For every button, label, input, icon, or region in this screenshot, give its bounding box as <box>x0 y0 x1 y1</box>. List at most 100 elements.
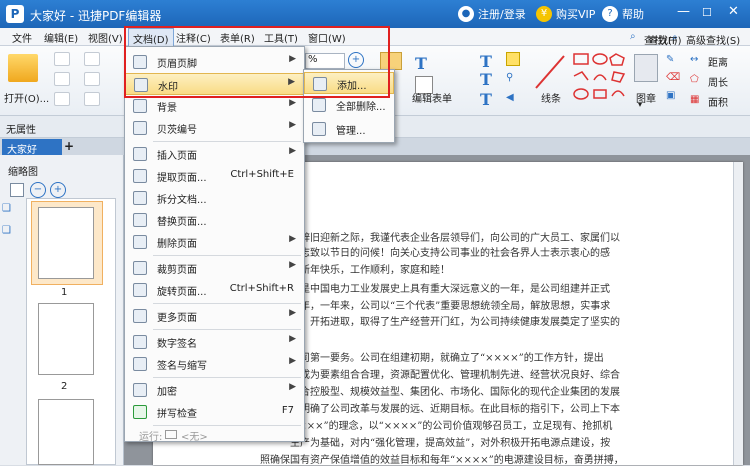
edit-form-label[interactable]: 编辑表单 <box>412 90 452 105</box>
menu-item-more-pages[interactable]: 更多页面 ▶ <box>125 305 304 327</box>
menu-file[interactable]: 文件 <box>12 30 32 45</box>
stamp-icon[interactable] <box>634 54 658 82</box>
menu-edit[interactable]: 编辑(E) <box>44 30 78 45</box>
menu-separator <box>153 329 301 330</box>
menu-item-extract-page[interactable]: 提取页面... Ctrl+Shift+E <box>125 165 304 187</box>
submenu-arrow-icon: ▶ <box>289 382 296 392</box>
page-thumbnail-1[interactable] <box>38 207 94 279</box>
split-document-icon <box>133 191 147 205</box>
adv-find-icon[interactable]: ⌕ <box>672 32 678 43</box>
layers-panel-icon[interactable]: ❑ <box>2 225 16 239</box>
attach-icon[interactable]: ⚲ <box>506 72 520 86</box>
menu-item-spell-check[interactable]: 拼写检查 F7 <box>125 401 304 423</box>
email-icon[interactable] <box>84 52 100 66</box>
open-folder-icon[interactable] <box>8 54 38 82</box>
thumbnail-list: 1 2 <box>26 198 116 465</box>
menu-item-background[interactable]: 背景 ▶ <box>125 95 304 117</box>
thumb-zoom-out-icon[interactable]: − <box>30 182 46 198</box>
doc-line-8: 设成为要素组合合理，资源配置优化、管理机制先进、经营状况良好、综合 <box>290 370 620 381</box>
menu-item-split-document[interactable]: 拆分文档... <box>125 187 304 209</box>
thumb-option-icon[interactable] <box>10 183 24 197</box>
eraser-icon[interactable]: ✎ <box>666 54 674 65</box>
page-number-2: 2 <box>61 381 68 392</box>
advanced-find-label[interactable]: 高级查找(S) <box>686 32 740 47</box>
perimeter-icon[interactable]: ⬠ <box>690 74 699 85</box>
line-tool-icon[interactable] <box>532 52 568 92</box>
user-icon[interactable]: ● <box>458 6 474 22</box>
open-button-label[interactable]: 打开(O)... <box>4 90 49 105</box>
export-icon[interactable] <box>84 92 100 106</box>
submenu-arrow-icon: ▶ <box>289 146 296 156</box>
text-box-icon[interactable]: T <box>415 54 433 73</box>
doc-line-12: 生产为基础，对内“强化管理，提高效益”，对外积极开拓电源点建设，按 <box>290 438 611 449</box>
help-link[interactable]: 帮助 <box>622 6 644 22</box>
minimize-button[interactable]: — <box>677 4 690 19</box>
submenu-arrow-icon: ▶ <box>289 120 296 130</box>
thumb-zoom-in-icon[interactable]: + <box>50 182 66 198</box>
doc-line-3: 家新年快乐，工作顺利，家庭和睦！ <box>290 265 450 276</box>
replace-page-icon <box>133 213 147 227</box>
menu-item-digital-signature[interactable]: 数字签名 ▶ <box>125 331 304 353</box>
perimeter-label[interactable]: 周长 <box>708 74 728 89</box>
document-tab[interactable]: 大家好 <box>2 139 62 156</box>
run-label: 运行: <box>139 432 163 443</box>
menu-item-insert-page[interactable]: 插入页面 ▶ <box>125 143 304 165</box>
image-icon[interactable] <box>84 72 100 86</box>
run-icon <box>165 430 177 439</box>
area-icon[interactable]: ▦ <box>690 94 699 105</box>
menu-separator <box>153 255 301 256</box>
shape-tools-icon[interactable] <box>572 52 628 110</box>
print-icon[interactable] <box>54 72 70 86</box>
lock-icon <box>133 383 147 397</box>
maximize-button[interactable]: ☐ <box>702 6 712 19</box>
buy-vip-button[interactable]: 购买VIP <box>556 6 595 22</box>
sound-icon[interactable]: ◀ <box>506 92 520 106</box>
menu-view[interactable]: 视图(V) <box>88 30 123 45</box>
submenu-item-manage[interactable]: 管理... <box>304 118 394 140</box>
distance-label[interactable]: 距离 <box>708 54 728 69</box>
line-label[interactable]: 线条 <box>541 90 561 105</box>
menu-item-replace-page[interactable]: 替换页面... <box>125 209 304 231</box>
submenu-arrow-icon: ▶ <box>289 234 296 244</box>
text-underline-icon[interactable]: T <box>480 70 492 89</box>
doc-line-10: 并明确了公司改革与发展的远、近期目标。在此目标的指引下，公司上下本 <box>290 404 620 415</box>
find-icon[interactable]: ⌕ <box>630 31 636 42</box>
yen-icon[interactable]: ¥ <box>536 6 552 22</box>
selector-icon[interactable]: ▣ <box>666 90 675 101</box>
close-button[interactable]: ✕ <box>728 4 739 19</box>
crop-page-icon <box>133 261 147 275</box>
bookmark-panel-icon[interactable]: ❑ <box>2 203 16 217</box>
menu-separator <box>153 141 301 142</box>
spell-check-icon <box>133 405 147 419</box>
register-login-link[interactable]: 注册/登录 <box>478 6 526 22</box>
submenu-arrow-icon: ▶ <box>289 334 296 344</box>
area-label[interactable]: 面积 <box>708 94 728 109</box>
menu-item-delete-page[interactable]: 删除页面 ▶ <box>125 231 304 253</box>
note-icon[interactable] <box>506 52 520 66</box>
distance-icon[interactable]: ↔ <box>690 54 698 65</box>
manage-watermark-icon <box>312 122 326 136</box>
menu-separator <box>153 303 301 304</box>
background-icon <box>133 99 147 113</box>
vertical-scrollbar[interactable] <box>733 162 743 465</box>
doc-line-2: 同志致以节日的问候！向关心支持公司事业的社会各界人士表示衷心的感 <box>290 248 610 259</box>
save-icon[interactable] <box>54 52 70 66</box>
menu-item-bates[interactable]: 贝茨编号 ▶ <box>125 117 304 139</box>
menu-item-encrypt[interactable]: 加密 ▶ <box>125 379 304 401</box>
help-icon[interactable]: ? <box>602 6 618 22</box>
menu-separator <box>153 377 301 378</box>
eraser2-icon[interactable]: ⌫ <box>666 72 680 83</box>
new-tab-button[interactable]: + <box>64 139 74 153</box>
menu-item-crop-page[interactable]: 裁剪页面 ▶ <box>125 257 304 279</box>
window-title: 大家好 - 迅捷PDF编辑器 <box>30 9 162 23</box>
text-icon[interactable]: T <box>480 52 492 71</box>
submenu-arrow-icon: ▶ <box>289 98 296 108</box>
page-thumbnail-3[interactable] <box>38 399 94 465</box>
property-label: 无属性 <box>6 125 36 136</box>
text-strike-icon[interactable]: T <box>480 90 492 109</box>
scan-icon[interactable] <box>54 92 70 106</box>
submenu-arrow-icon: ▶ <box>289 260 296 270</box>
menu-item-rotate-page[interactable]: 旋转页面... Ctrl+Shift+R <box>125 279 304 301</box>
page-thumbnail-2[interactable] <box>38 303 94 375</box>
menu-item-sign-initials[interactable]: 签名与缩写 ▶ <box>125 353 304 375</box>
